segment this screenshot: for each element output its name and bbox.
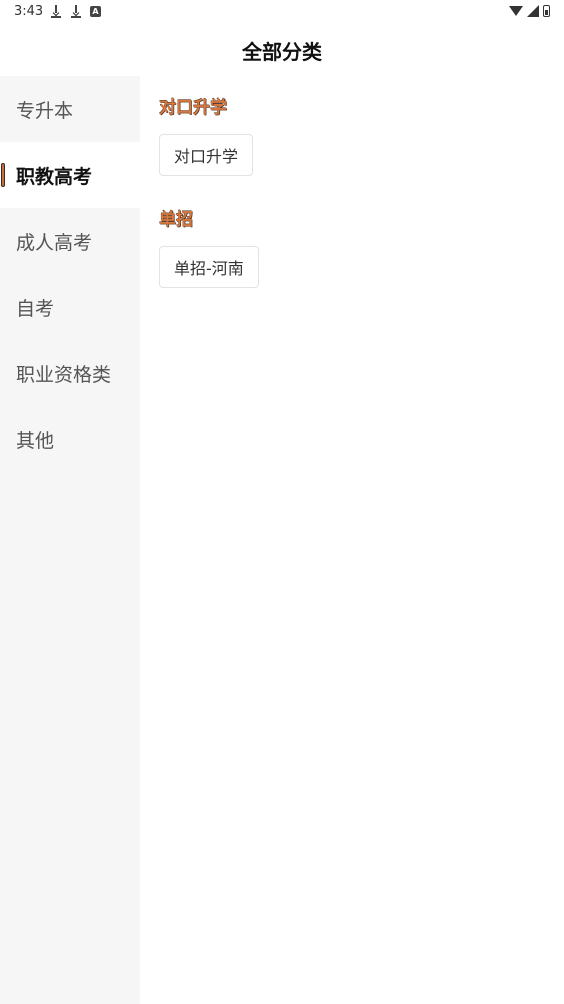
status-time: 3:43 [14, 4, 44, 19]
battery-icon [543, 5, 550, 17]
sidebar-item-qita[interactable]: 其他 [0, 406, 140, 472]
selected-indicator [1, 163, 5, 187]
category-sidebar: 专升本 职教高考 成人高考 自考 职业资格类 其他 [0, 76, 140, 1004]
status-bar: 3:43 A [0, 0, 564, 24]
download-icon [50, 4, 62, 18]
page-title: 全部分类 [242, 39, 322, 64]
sidebar-item-zikao[interactable]: 自考 [0, 274, 140, 340]
status-icons-left: A [50, 4, 101, 18]
a-box-icon: A [90, 5, 101, 17]
sidebar-item-label: 成人高考 [16, 231, 93, 254]
tag-duikoushengxue[interactable]: 对口升学 [159, 134, 254, 176]
tag-list: 单招-河南 [159, 246, 564, 288]
sidebar-item-label: 职教高考 [16, 165, 93, 188]
status-icons-right [509, 5, 550, 17]
sidebar-item-zhijiaogaokao[interactable]: 职教高考 [0, 142, 140, 208]
sidebar-item-zhuanshengben[interactable]: 专升本 [0, 76, 140, 142]
sidebar-item-label: 其他 [16, 429, 55, 452]
section-title: 对口升学 [159, 98, 227, 118]
header: 全部分类 [0, 24, 564, 76]
download-icon [70, 4, 82, 18]
section-duikoushengxue: 对口升学 对口升学 [159, 76, 564, 176]
signal-icon [527, 5, 539, 17]
tag-list: 对口升学 [159, 134, 564, 176]
sidebar-item-label: 自考 [16, 297, 55, 320]
category-content: 对口升学 对口升学 单招 单招-河南 [140, 76, 564, 1004]
sidebar-item-chengrengaokao[interactable]: 成人高考 [0, 208, 140, 274]
sidebar-item-label: 职业资格类 [16, 363, 112, 386]
section-title: 单招 [159, 210, 193, 230]
tag-danzhao-henan[interactable]: 单招-河南 [159, 246, 259, 288]
sidebar-item-label: 专升本 [16, 99, 74, 122]
sidebar-item-zhiyezigelei[interactable]: 职业资格类 [0, 340, 140, 406]
wifi-icon [509, 6, 523, 16]
section-danzhao: 单招 单招-河南 [159, 176, 564, 288]
